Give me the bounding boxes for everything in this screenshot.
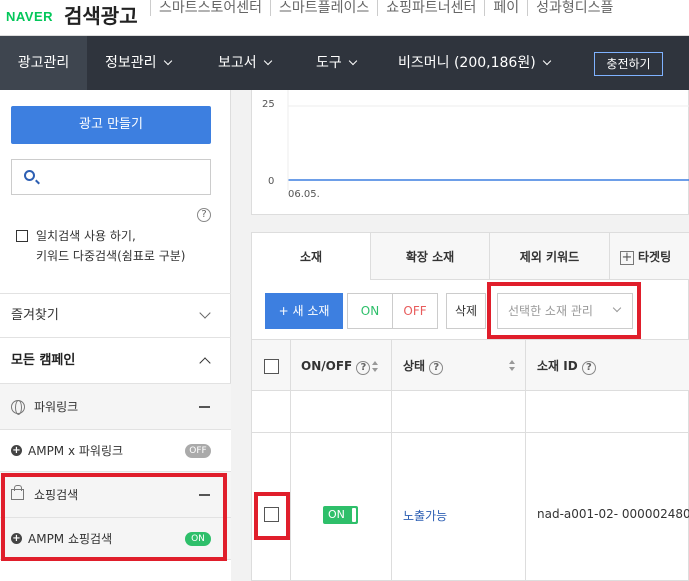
table-header: ON/OFF ? 상태 ? 소재 ID ? bbox=[252, 339, 689, 391]
nav-label: 광고관리 bbox=[17, 55, 70, 71]
row-onoff-toggle[interactable]: ON bbox=[323, 506, 358, 524]
help-icon[interactable]: ? bbox=[197, 208, 211, 222]
row-creative-id: nad-a001-02- 000002480 bbox=[537, 507, 689, 521]
tab-creatives[interactable]: 소재 bbox=[251, 232, 371, 281]
bulk-on-button[interactable]: ON bbox=[347, 293, 393, 329]
sort-icon[interactable] bbox=[509, 360, 516, 372]
col-label: 소재 ID bbox=[537, 359, 578, 373]
collapse-minus-icon[interactable] bbox=[199, 406, 210, 408]
bulk-off-button[interactable]: OFF bbox=[392, 293, 438, 329]
new-creative-button[interactable]: + 새 소재 bbox=[265, 293, 343, 329]
nav-ad-management[interactable]: 광고관리 bbox=[0, 36, 87, 90]
top-links: 스마트스토어센터 스마트플레이스 쇼핑파트너센터 페이 성과형디스플 bbox=[150, 0, 621, 16]
all-campaigns-label: 모든 캠페인 bbox=[11, 353, 76, 368]
nav-label: 비즈머니 (200,186원) bbox=[398, 55, 536, 71]
top-bar: NAVER 검색광고 스마트스토어센터 스마트플레이스 쇼핑파트너센터 페이 성과형디스… bbox=[0, 0, 689, 36]
charge-button[interactable]: 충전하기 bbox=[594, 52, 663, 76]
chevron-down-icon[interactable] bbox=[199, 307, 211, 319]
top-link-pay[interactable]: 페이 bbox=[484, 0, 527, 16]
x-tick-date: 06.05. bbox=[288, 189, 320, 200]
campaign-label: AMPM x 파워링크 bbox=[28, 444, 124, 458]
exact-search-checkbox[interactable] bbox=[16, 230, 28, 242]
col-status-header[interactable]: 상태 ? bbox=[403, 340, 444, 392]
create-ad-button[interactable]: 광고 만들기 bbox=[11, 106, 211, 144]
exact-search-line2: 키워드 다중검색(쉼표로 구분) bbox=[36, 249, 186, 263]
nav-label: 보고서 bbox=[218, 55, 257, 71]
tab-excluded-keywords[interactable]: 제외 키워드 bbox=[489, 232, 610, 280]
highlight-box-manage bbox=[487, 282, 641, 339]
top-link-shopping-partner[interactable]: 쇼핑파트너센터 bbox=[377, 0, 484, 16]
chevron-down-icon bbox=[263, 56, 272, 66]
performance-chart: 25 0 06.05. bbox=[251, 90, 689, 215]
sort-icon[interactable] bbox=[372, 360, 379, 373]
plus-icon: + bbox=[620, 250, 634, 265]
campaign-item-ampm-powerlink[interactable]: + AMPM x 파워링크 OFF bbox=[0, 429, 231, 471]
exact-search-label: 일치검색 사용 하기, 키워드 다중검색(쉼표로 구분) bbox=[36, 226, 185, 266]
naver-logo[interactable]: NAVER bbox=[6, 9, 53, 24]
tab-label: 타겟팅 bbox=[638, 250, 672, 264]
campaign-group-powerlink[interactable]: 파워링크 bbox=[0, 383, 231, 429]
chevron-up-icon[interactable] bbox=[199, 357, 211, 369]
chevron-down-icon bbox=[163, 56, 172, 66]
table-row[interactable]: ON 노출가능 nad-a001-02- 000002480 bbox=[252, 433, 689, 581]
all-campaigns-header[interactable]: 모든 캠페인 bbox=[0, 337, 231, 383]
highlight-box-checkbox bbox=[254, 492, 290, 540]
y-tick-0: 0 bbox=[268, 176, 275, 187]
exact-search-line1: 일치검색 사용 하기, bbox=[36, 229, 136, 243]
nav-reports[interactable]: 보고서 bbox=[218, 36, 272, 90]
y-tick-25: 25 bbox=[262, 99, 275, 110]
col-label: ON/OFF bbox=[301, 359, 353, 373]
search-icon[interactable] bbox=[24, 170, 35, 181]
chevron-down-icon bbox=[348, 56, 358, 66]
help-icon[interactable]: ? bbox=[356, 361, 371, 375]
globe-icon bbox=[11, 400, 25, 415]
favorites-label: 즐겨찾기 bbox=[11, 308, 59, 323]
status-badge-off[interactable]: OFF bbox=[185, 444, 211, 458]
nav-label: 도구 bbox=[316, 55, 342, 71]
chevron-down-icon bbox=[542, 56, 551, 66]
nav-label: 정보관리 bbox=[105, 55, 157, 71]
campaign-search-input[interactable] bbox=[46, 160, 206, 194]
col-label: 상태 bbox=[403, 359, 426, 373]
nav-tools[interactable]: 도구 bbox=[316, 36, 358, 90]
col-id-header[interactable]: 소재 ID ? bbox=[537, 340, 596, 392]
group-label: 파워링크 bbox=[34, 400, 79, 414]
favorites-section[interactable]: 즐겨찾기 bbox=[0, 293, 231, 337]
tab-targeting[interactable]: + 타겟팅 bbox=[609, 232, 689, 280]
top-link-smartplace[interactable]: 스마트플레이스 bbox=[270, 0, 377, 16]
tab-bar: 소재 확장 소재 제외 키워드 + 타겟팅 bbox=[251, 232, 689, 281]
plus-icon[interactable]: + bbox=[11, 445, 22, 456]
col-onoff-header[interactable]: ON/OFF ? bbox=[301, 340, 379, 392]
nav-bizmoney[interactable]: 비즈머니 (200,186원) bbox=[398, 36, 551, 90]
row-status-link[interactable]: 노출가능 bbox=[403, 507, 447, 524]
top-link-smartstore[interactable]: 스마트스토어센터 bbox=[150, 0, 270, 16]
campaign-search-box[interactable] bbox=[11, 159, 211, 195]
tab-extension-creatives[interactable]: 확장 소재 bbox=[370, 232, 490, 280]
highlight-box-shopping bbox=[1, 473, 227, 561]
select-all-checkbox[interactable] bbox=[264, 359, 279, 374]
help-icon[interactable]: ? bbox=[581, 361, 596, 375]
help-icon[interactable]: ? bbox=[429, 361, 444, 375]
sidebar-spacer bbox=[0, 559, 231, 581]
nav-info-management[interactable]: 정보관리 bbox=[105, 36, 172, 90]
delete-button[interactable]: 삭제 bbox=[446, 293, 486, 329]
search-ad-title[interactable]: 검색광고 bbox=[64, 0, 138, 29]
table-row-empty bbox=[252, 391, 689, 433]
main-nav: 광고관리 정보관리 보고서 도구 비즈머니 (200,186원) 충전하기 bbox=[0, 36, 689, 90]
top-link-display[interactable]: 성과형디스플 bbox=[527, 0, 621, 16]
